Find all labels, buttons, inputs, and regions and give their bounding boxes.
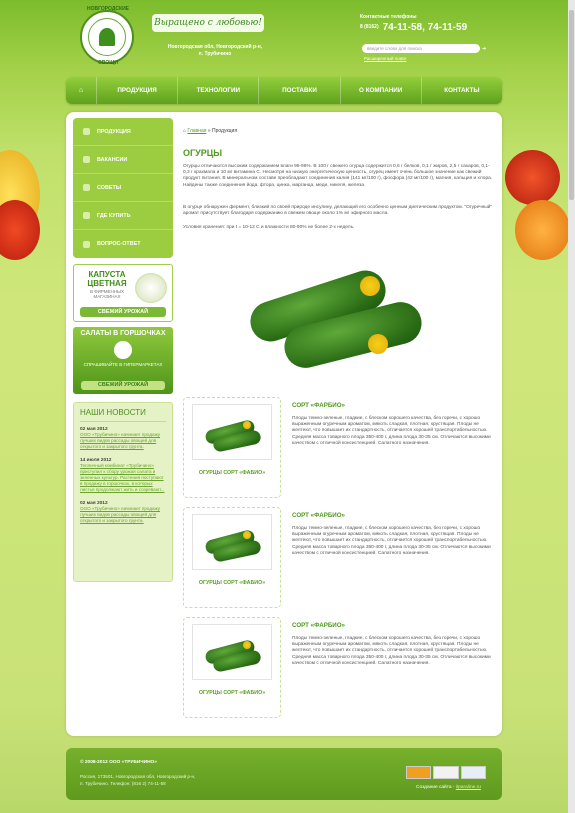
paragraph-2: В огурце обнаружен фермент, близкий по с… (183, 205, 493, 217)
main-nav: ⌂ ПРОДУКЦИЯ ТЕХНОЛОГИИ ПОСТАВКИ О КОМПАН… (66, 77, 502, 104)
counter-badge[interactable] (406, 766, 432, 779)
product-title: СОРТ «ФАРБИО» (292, 402, 345, 409)
sidebar-item-vacancies[interactable]: ВАКАНСИИ (73, 146, 173, 174)
logo-top-text: НОВГОРОДСКИЕ (86, 6, 129, 12)
news-link[interactable]: Тепличный комбинат «Трубичино» приступил… (80, 463, 166, 493)
product-image (192, 514, 272, 570)
product-description: Плоды темно-зеленые, гладкие, с блеском … (292, 526, 491, 556)
pepper-orange-right-image (515, 200, 570, 260)
phones: 8 (8162) 74-11-58, 74-11-59 (360, 22, 467, 33)
breadcrumb-current: Продукция (212, 128, 238, 134)
counters (406, 766, 486, 779)
page-title: ОГУРЦЫ (183, 148, 223, 158)
product-title: СОРТ «ФАРБИО» (292, 622, 345, 629)
slogan: Выращено с любовью! (152, 14, 264, 32)
product-description: Плоды темно-зеленые, гладкие, с блеском … (292, 416, 491, 446)
nav-item-supply[interactable]: ПОСТАВКИ (258, 77, 339, 104)
site-credit: Создание сайта - itparaline.ru (416, 785, 481, 790)
scrollbar[interactable] (568, 0, 575, 813)
nav-item-products[interactable]: ПРОДУКЦИЯ (96, 77, 177, 104)
nav-item-contacts[interactable]: КОНТАКТЫ (420, 77, 502, 104)
sidebar-item-label: ПРОДУКЦИЯ (97, 128, 131, 135)
news-link[interactable]: ООО «Трубичино» начинает продажу лучших … (80, 506, 166, 524)
breadcrumb: ⌂ Главная » Продукция (183, 128, 238, 134)
sidebar-item-label: ВАКАНСИИ (97, 156, 128, 163)
sidebar-item-label: ГДЕ КУПИТЬ (97, 212, 131, 219)
product-caption: ОГУРЦЫ СОРТ «ФАБИО» (198, 690, 266, 696)
product-image (192, 404, 272, 460)
address-line2: п. Трубичино (198, 51, 232, 57)
logo[interactable]: НОВГОРОДСКИЕ ОВОЩИ (80, 6, 134, 66)
credit-link[interactable]: itparaline.ru (456, 785, 481, 790)
sidebar-menu: ПРОДУКЦИЯ ВАКАНСИИ СОВЕТЫ ГДЕ КУПИТЬ ВОП… (73, 118, 173, 258)
banner-title: КАПУСТА ЦВЕТНАЯ (87, 270, 127, 288)
leaf-icon (83, 128, 90, 135)
nav-item-about[interactable]: О КОМПАНИИ (339, 77, 421, 104)
banner-bar: СВЕЖИЙ УРОЖАЙ (81, 381, 165, 390)
counter-badge[interactable] (460, 766, 486, 779)
logo-bottom-text: ОВОЩИ (98, 60, 118, 66)
banner-cauliflower[interactable]: КАПУСТА ЦВЕТНАЯ В ФИРМЕННЫХ МАГАЗИНАХ СВ… (73, 264, 173, 322)
product-description: Плоды темно-зеленые, гладкие, с блеском … (292, 636, 491, 666)
product-image (192, 624, 272, 680)
home-icon[interactable]: ⌂ (183, 128, 186, 134)
leaf-icon (83, 156, 90, 163)
cucumber-main-image (228, 236, 450, 384)
banner-title: САЛАТЫ В ГОРШОЧКАХ (80, 330, 166, 337)
paragraph-1: Огурцы отличаются высоким содержанием вл… (183, 164, 493, 188)
phone-numbers: 74-11-58, 74-11-59 (382, 22, 468, 33)
banner-subtitle: В ФИРМЕННЫХ МАГАЗИНАХ (89, 289, 125, 299)
product-title: СОРТ «ФАРБИО» (292, 512, 345, 519)
scrollbar-thumb[interactable] (569, 10, 574, 200)
banner-bar: СВЕЖИЙ УРОЖАЙ (80, 307, 166, 317)
footer-copyright: © 2008-2012 ООО «ТРУБИЧИНО» (80, 760, 157, 765)
banner-logo (114, 341, 132, 359)
product-card[interactable]: ОГУРЦЫ СОРТ «ФАБИО» (183, 507, 281, 608)
search-input[interactable]: введите слово для поиска (362, 44, 480, 53)
header-address: Новгородская обл, Новгородский р-н, п. Т… (150, 44, 280, 58)
sidebar-item-tips[interactable]: СОВЕТЫ (73, 174, 173, 202)
product-card[interactable]: ОГУРЦЫ СОРТ «ФАБИО» (183, 397, 281, 498)
credit-label: Создание сайта - (416, 785, 455, 790)
banner-subtitle: СПРАШИВАЙТЕ В ГИПЕРМАРКЕТАХ (83, 362, 163, 367)
search-button[interactable]: ➔ (482, 46, 490, 52)
footer-address-line2: п. Трубичино. Телефон: (816 2) 74-11-58 (80, 780, 166, 786)
breadcrumb-home-link[interactable]: Главная (187, 128, 206, 134)
sidebar-item-label: СОВЕТЫ (97, 184, 122, 191)
product-caption: ОГУРЦЫ СОРТ «ФАБИО» (198, 470, 266, 476)
footer-address-line1: Россия, 173501, Новгородская обл, Новгор… (80, 774, 196, 779)
sidebar-item-where-to-buy[interactable]: ГДЕ КУПИТЬ (73, 202, 173, 230)
sidebar-item-faq[interactable]: ВОПРОС-ОТВЕТ (73, 230, 173, 258)
tomato-right-image (505, 150, 560, 205)
product-caption: ОГУРЦЫ СОРТ «ФАБИО» (198, 580, 266, 586)
news-block: НАШИ НОВОСТИ 02 мая 2012 ООО «Трубичино»… (73, 402, 173, 582)
leaf-icon (83, 212, 90, 219)
cauliflower-image (135, 273, 167, 303)
banner-salads[interactable]: САЛАТЫ В ГОРШОЧКАХ СПРАШИВАЙТЕ В ГИПЕРМА… (73, 327, 173, 394)
counter-badge[interactable] (433, 766, 459, 779)
sidebar-item-label: ВОПРОС-ОТВЕТ (97, 241, 141, 247)
advanced-search-link[interactable]: Расширенный поиск (364, 56, 406, 61)
leaf-icon (83, 240, 90, 248)
phones-label: Контактные телефоны (360, 14, 417, 20)
nav-item-technologies[interactable]: ТЕХНОЛОГИИ (177, 77, 258, 104)
leaf-icon (83, 184, 90, 191)
sidebar-item-products[interactable]: ПРОДУКЦИЯ (73, 118, 173, 146)
phone-code: 8 (8162) (360, 24, 379, 30)
paragraph-3: Условия хранения: при t = 10-12 С и влаж… (183, 225, 355, 230)
address-line1: Новгородская обл, Новгородский р-н, (167, 44, 263, 50)
news-link[interactable]: ООО «Трубичино» начинает продажу лучших … (80, 432, 166, 450)
home-icon[interactable]: ⌂ (66, 77, 96, 104)
footer-address: Россия, 173501, Новгородская обл, Новгор… (80, 774, 195, 787)
product-card[interactable]: ОГУРЦЫ СОРТ «ФАБИО» (183, 617, 281, 718)
news-title: НАШИ НОВОСТИ (80, 408, 166, 422)
